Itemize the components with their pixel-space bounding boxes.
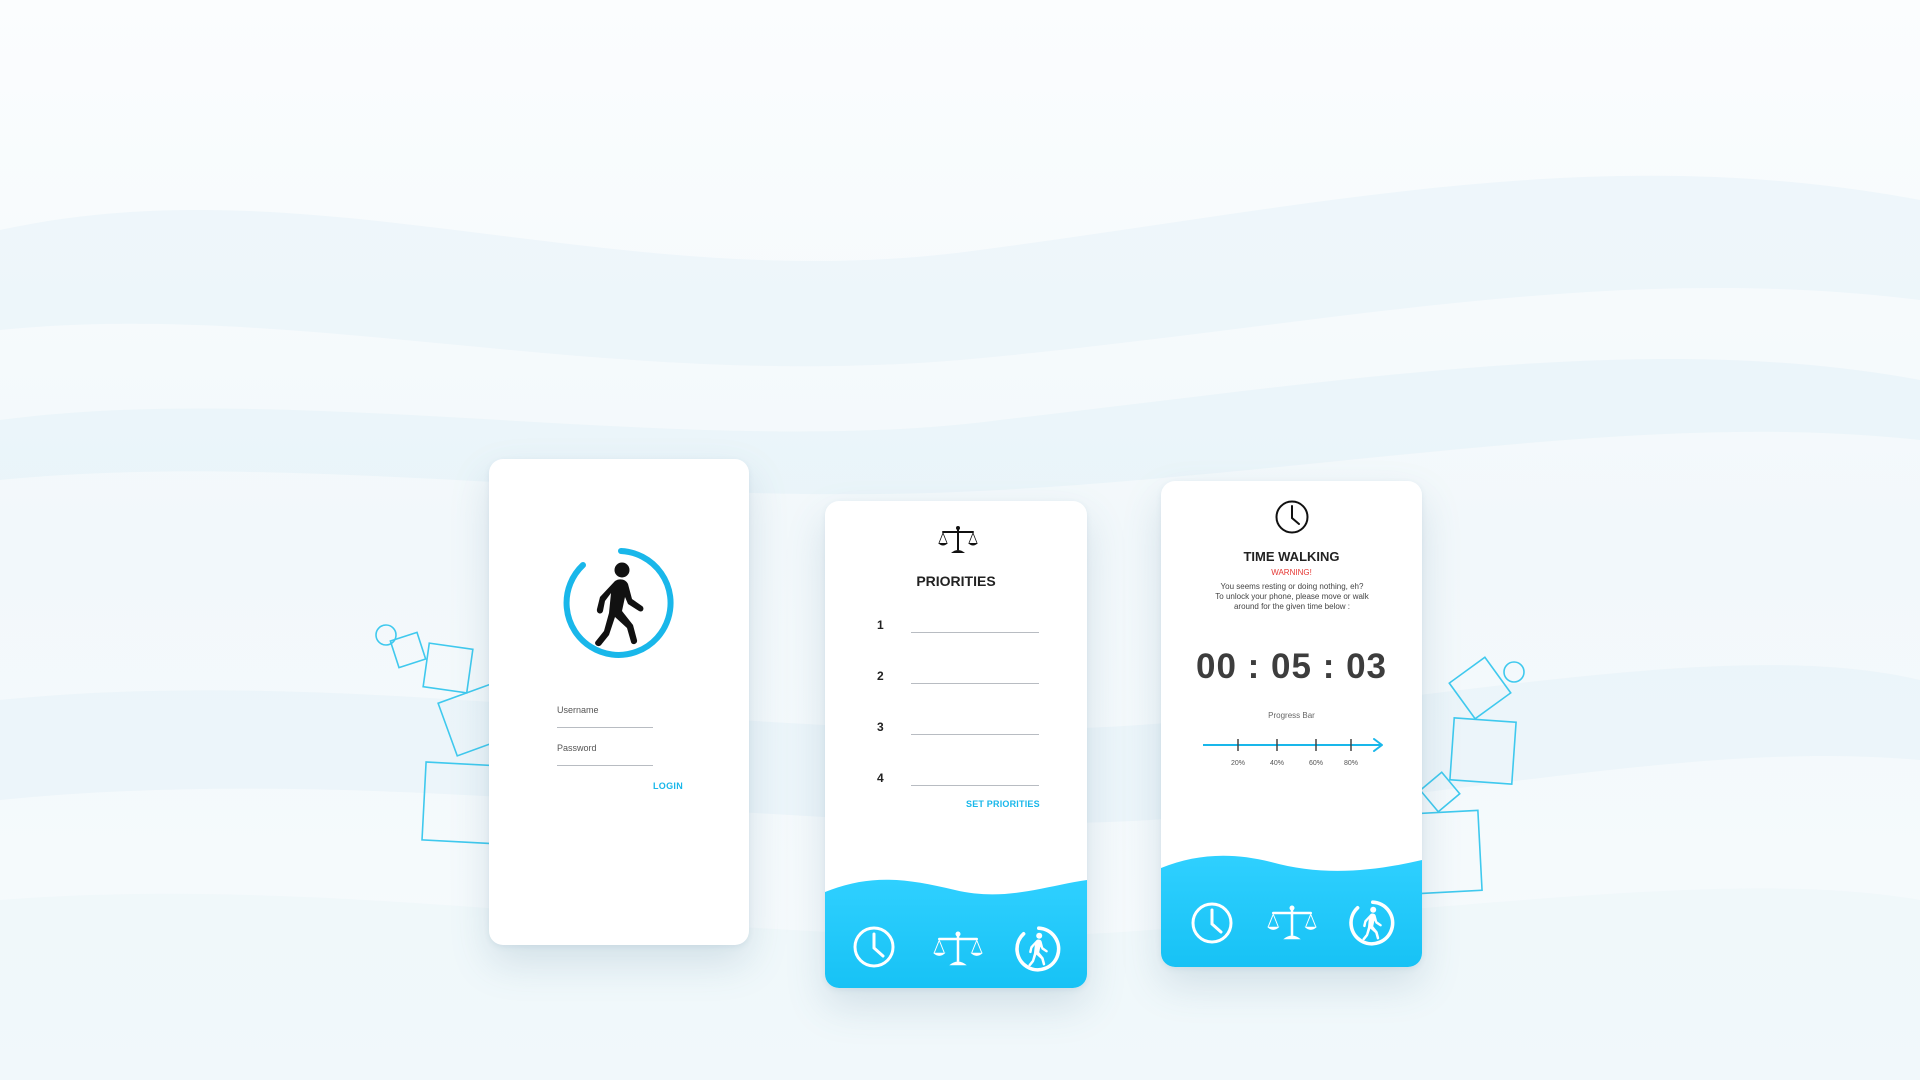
- scale-icon: [938, 526, 978, 553]
- walking-icon[interactable]: [1014, 925, 1062, 973]
- countdown-timer: 00 : 05 : 03: [1196, 647, 1387, 686]
- clock-icon: [1275, 500, 1309, 534]
- message-line: To unlock your phone, please move or wal…: [1215, 592, 1369, 601]
- priority-row[interactable]: 4: [877, 771, 1039, 791]
- priority-row[interactable]: 2: [877, 669, 1039, 689]
- priority-input[interactable]: [911, 734, 1039, 735]
- walking-icon[interactable]: [1348, 899, 1396, 947]
- progress-tick-label: 80%: [1344, 760, 1358, 767]
- warning-text: WARNING!: [1271, 568, 1312, 577]
- priorities-screen: PRIORITIES 1 2 3 4 SET PRIORITIES: [825, 501, 1087, 988]
- clock-icon[interactable]: [1190, 901, 1234, 945]
- scale-icon[interactable]: [1267, 904, 1317, 942]
- message-line: You seems resting or doing nothing, eh?: [1220, 582, 1364, 591]
- priority-input[interactable]: [911, 632, 1039, 633]
- priority-row[interactable]: 1: [877, 618, 1039, 638]
- progress-tick-label: 60%: [1309, 760, 1323, 767]
- priority-number: 3: [877, 720, 884, 734]
- clock-icon[interactable]: [852, 925, 896, 969]
- walking-progress-icon: [563, 548, 674, 658]
- login-button[interactable]: LOGIN: [653, 781, 683, 791]
- warning-message: You seems resting or doing nothing, eh? …: [1191, 582, 1393, 612]
- username-field[interactable]: Username: [557, 703, 653, 728]
- progress-bar-label: Progress Bar: [1268, 711, 1315, 720]
- priority-input[interactable]: [911, 785, 1039, 786]
- priority-row[interactable]: 3: [877, 720, 1039, 740]
- message-line: around for the given time below :: [1233, 602, 1351, 611]
- scale-icon[interactable]: [933, 930, 983, 968]
- priority-number: 4: [877, 771, 884, 785]
- time-walking-screen: TIME WALKING WARNING! You seems resting …: [1161, 481, 1422, 967]
- progress-tick-label: 40%: [1270, 760, 1284, 767]
- password-field[interactable]: Password: [557, 741, 653, 766]
- set-priorities-button[interactable]: SET PRIORITIES: [966, 799, 1040, 809]
- login-screen: Username Password LOGIN: [489, 459, 749, 945]
- progress-bar: 20% 40% 60% 80%: [1203, 738, 1383, 767]
- priorities-title: PRIORITIES: [916, 573, 996, 589]
- password-label: Password: [557, 743, 597, 753]
- priority-number: 2: [877, 669, 884, 683]
- priority-number: 1: [877, 618, 884, 632]
- time-walking-title: TIME WALKING: [1243, 549, 1340, 564]
- progress-tick-label: 20%: [1231, 760, 1245, 767]
- username-label: Username: [557, 705, 599, 715]
- priority-input[interactable]: [911, 683, 1039, 684]
